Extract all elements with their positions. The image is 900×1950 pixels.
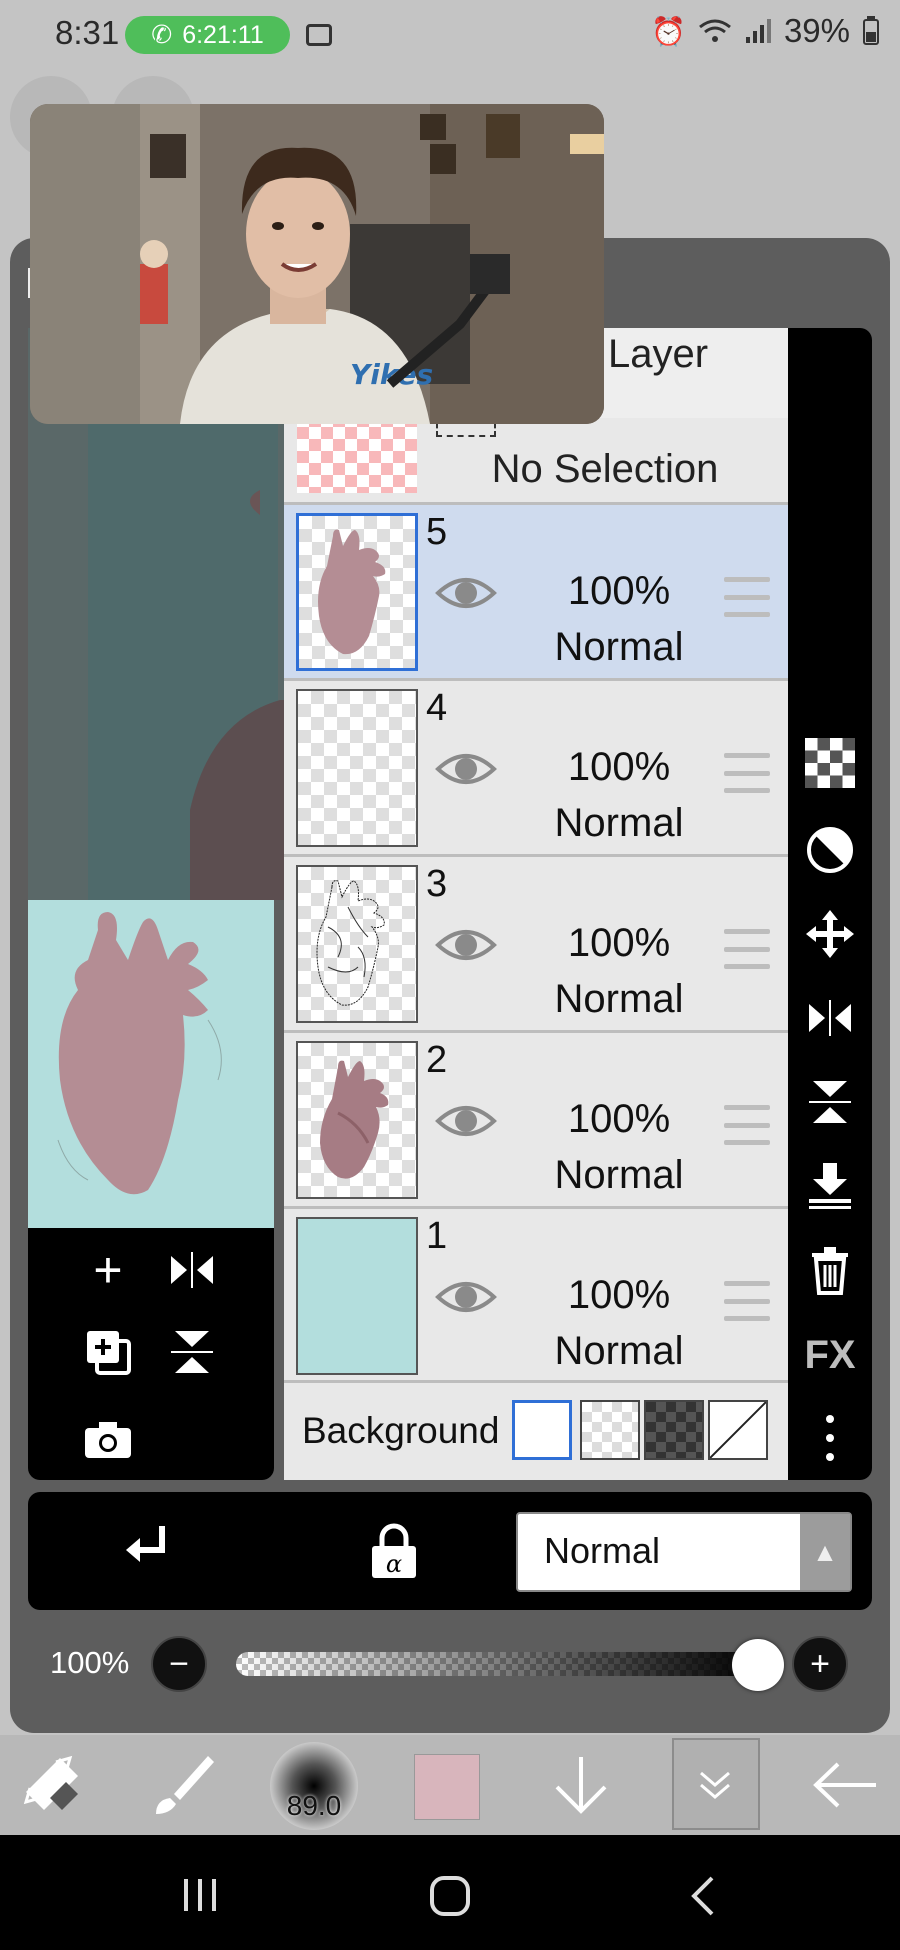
status-time: 8:31 <box>55 14 120 51</box>
wifi-icon <box>699 19 731 42</box>
add-layer-icon[interactable]: + <box>78 1240 138 1300</box>
background-white-swatch[interactable] <box>512 1400 572 1460</box>
arrow-down-icon[interactable] <box>536 1740 626 1830</box>
layer-thumbnail[interactable] <box>296 1217 418 1375</box>
layer-opacity: 100% <box>567 921 671 965</box>
more-vertical-icon[interactable] <box>800 1408 860 1468</box>
image-notification-icon <box>306 24 332 46</box>
layer-row-1[interactable]: 1 100% Normal <box>284 1206 788 1382</box>
layer-blend-mode: Normal <box>554 801 684 845</box>
battery-percent: 39% <box>783 12 850 49</box>
layer-number: 5 <box>426 511 448 553</box>
selection-label: No Selection <box>491 447 719 491</box>
flip-vertical-icon[interactable] <box>162 1322 222 1382</box>
move-icon[interactable] <box>800 904 860 964</box>
clipping-icon[interactable] <box>800 820 860 880</box>
svg-text:α: α <box>386 1550 402 1578</box>
merge-down-icon[interactable] <box>800 1156 860 1216</box>
layer-blend-mode: Normal <box>554 625 684 669</box>
selection-thumbnail[interactable] <box>297 415 417 493</box>
transparency-icon[interactable] <box>800 733 860 793</box>
brush-tool-icon[interactable] <box>138 1740 228 1830</box>
layer-thumbnail[interactable] <box>296 513 418 671</box>
home-icon[interactable] <box>428 1874 472 1923</box>
layer-blend-mode: Normal <box>554 977 684 1021</box>
drag-handle-icon[interactable] <box>724 1281 770 1321</box>
nav-back-icon[interactable] <box>688 1874 718 1923</box>
back-arrow-icon[interactable] <box>800 1740 890 1830</box>
battery-icon <box>863 16 879 45</box>
background-none-swatch[interactable] <box>708 1400 768 1460</box>
background-dark-swatch[interactable] <box>644 1400 704 1460</box>
layer-thumbnail[interactable] <box>296 865 418 1023</box>
layer-number: 2 <box>426 1039 448 1081</box>
layer-row-2[interactable]: 2 100% Normal <box>284 1030 788 1206</box>
phone-icon: ✆ <box>151 21 173 49</box>
person-video-image: Yikes <box>30 104 604 424</box>
alpha-lock-icon[interactable]: α <box>364 1522 424 1587</box>
canvas-tools <box>28 1228 274 1480</box>
duplicate-layer-icon[interactable] <box>78 1322 138 1382</box>
flip-layer-horizontal-icon[interactable] <box>800 988 860 1048</box>
background-label: Background <box>302 1410 500 1451</box>
drag-handle-icon[interactable] <box>724 1105 770 1145</box>
opacity-increase-button[interactable]: + <box>792 1636 848 1692</box>
layer-opacity: 100% <box>567 569 671 613</box>
layer-row-3[interactable]: 3 100% Normal <box>284 854 788 1030</box>
layer-row-4[interactable]: 4 100% Normal <box>284 678 788 854</box>
opacity-decrease-button[interactable]: − <box>151 1636 207 1692</box>
camera-icon[interactable] <box>78 1410 138 1470</box>
brush-size-button[interactable]: 89.0 <box>270 1742 358 1830</box>
layer-opacity: 100% <box>567 1097 671 1141</box>
flip-layer-vertical-icon[interactable] <box>800 1072 860 1132</box>
layer-number: 4 <box>426 687 448 729</box>
layer-blend-mode: Normal <box>554 1153 684 1197</box>
signal-icon <box>745 19 771 43</box>
flip-horizontal-icon[interactable] <box>162 1240 222 1300</box>
clipping-arrow-icon[interactable] <box>118 1520 180 1585</box>
status-icons: ⏰ 39% <box>651 12 880 50</box>
transform-tool-icon[interactable] <box>8 1740 98 1830</box>
layer-thumbnail[interactable] <box>296 1041 418 1199</box>
layer-thumbnail[interactable] <box>296 689 418 847</box>
drag-handle-icon[interactable] <box>724 577 770 617</box>
alarm-icon: ⏰ <box>651 15 686 47</box>
trash-icon[interactable] <box>800 1240 860 1300</box>
opacity-slider-knob[interactable] <box>732 1639 784 1691</box>
video-overlay[interactable]: Yikes <box>30 104 604 424</box>
drag-handle-icon[interactable] <box>724 753 770 793</box>
layer-opacity: 100% <box>567 745 671 789</box>
canvas-preview[interactable] <box>28 900 274 1228</box>
blend-mode-value: Normal <box>544 1530 661 1571</box>
opacity-slider[interactable] <box>236 1652 760 1676</box>
layer-panel-title: Layer <box>608 332 709 376</box>
color-swatch[interactable] <box>414 1754 480 1820</box>
layer-row-5[interactable]: 5 100% Normal <box>284 502 788 678</box>
background-transparent-swatch[interactable] <box>580 1400 640 1460</box>
layer-number: 1 <box>426 1215 448 1257</box>
call-timer: 6:21:11 <box>182 20 264 49</box>
opacity-label: 100% <box>50 1645 130 1680</box>
canvas-heart-fragment <box>190 490 286 900</box>
drag-handle-icon[interactable] <box>724 929 770 969</box>
recent-apps-icon[interactable] <box>180 1875 220 1920</box>
layer-opacity: 100% <box>567 1273 671 1317</box>
layer-number: 3 <box>426 863 448 905</box>
dropdown-arrow-icon[interactable]: ▲ <box>800 1514 850 1590</box>
brush-size-value: 89.0 <box>286 1790 342 1821</box>
heart-preview <box>57 912 222 1195</box>
chevron-double-down-icon <box>670 1740 760 1830</box>
fx-button[interactable]: FX <box>800 1325 860 1385</box>
layer-blend-mode: Normal <box>554 1329 684 1373</box>
call-indicator[interactable]: ✆ 6:21:11 <box>125 16 290 54</box>
